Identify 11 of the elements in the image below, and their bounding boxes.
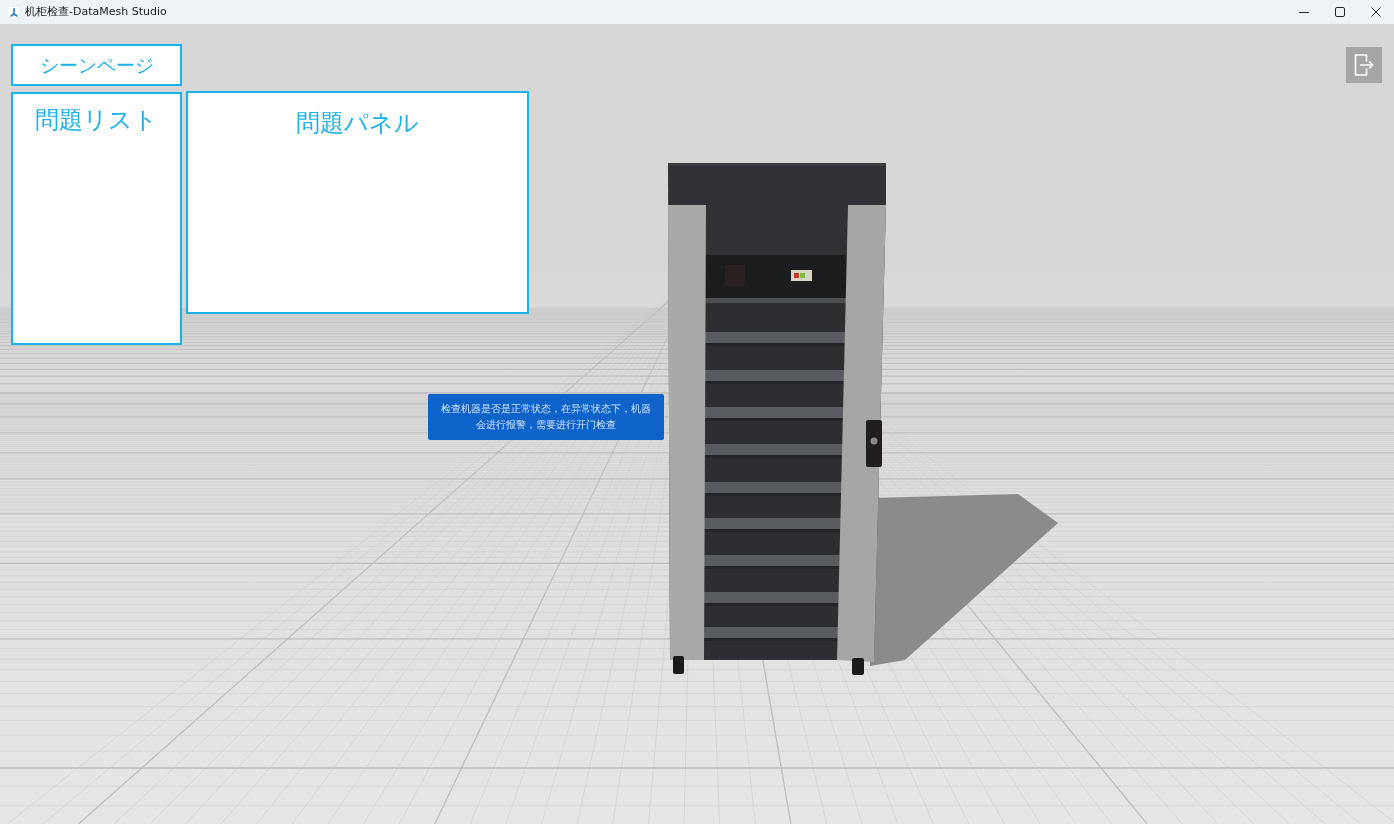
close-icon (1371, 7, 1381, 17)
exit-button[interactable] (1346, 47, 1382, 83)
minimize-icon (1299, 11, 1309, 13)
window-title: 机柜检查-DataMesh Studio (25, 3, 167, 20)
info-label: 检查机器是否是正常状态，在异常状态下，机器会进行报警，需要进行开门检查 (428, 394, 664, 440)
panel-title: 問題パネル (296, 108, 419, 139)
exit-icon (1353, 54, 1375, 76)
panel-title: 問題リスト (35, 105, 158, 136)
maximize-icon (1335, 7, 1345, 17)
scene-page-button[interactable]: シーンページ (11, 44, 182, 86)
app-logo-icon (8, 6, 19, 18)
